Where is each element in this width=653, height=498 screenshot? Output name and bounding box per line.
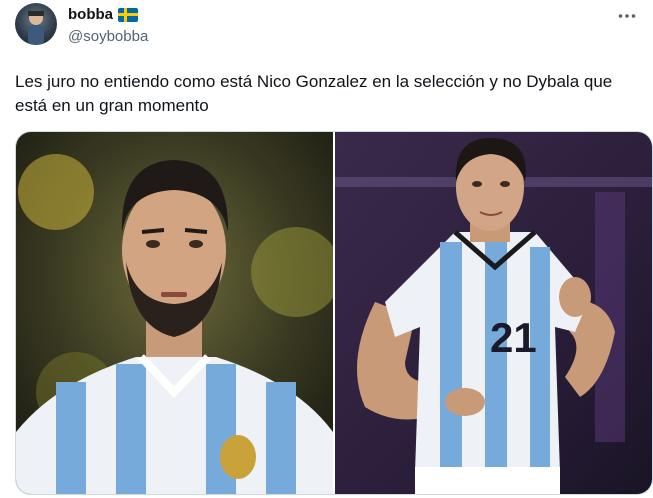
- author-display-name[interactable]: bobba: [68, 6, 113, 23]
- avatar-image: [28, 11, 44, 45]
- tweet-media[interactable]: 21: [15, 131, 653, 495]
- avatar[interactable]: [15, 3, 57, 45]
- more-options-button[interactable]: [616, 6, 638, 26]
- player-photo-left[interactable]: [16, 132, 333, 494]
- author-name-row: bobba: [68, 6, 138, 23]
- sweden-flag-icon: [118, 7, 138, 22]
- author-handle[interactable]: @soybobba: [68, 28, 148, 45]
- player-photo-left-image: [16, 132, 333, 494]
- player-photo-right-image: 21: [335, 132, 652, 494]
- player-photo-right[interactable]: 21: [335, 132, 652, 494]
- jersey-number: 21: [490, 314, 537, 361]
- tweet-text: Les juro no entiendo como está Nico Gonz…: [15, 72, 613, 115]
- more-icon: [618, 14, 636, 18]
